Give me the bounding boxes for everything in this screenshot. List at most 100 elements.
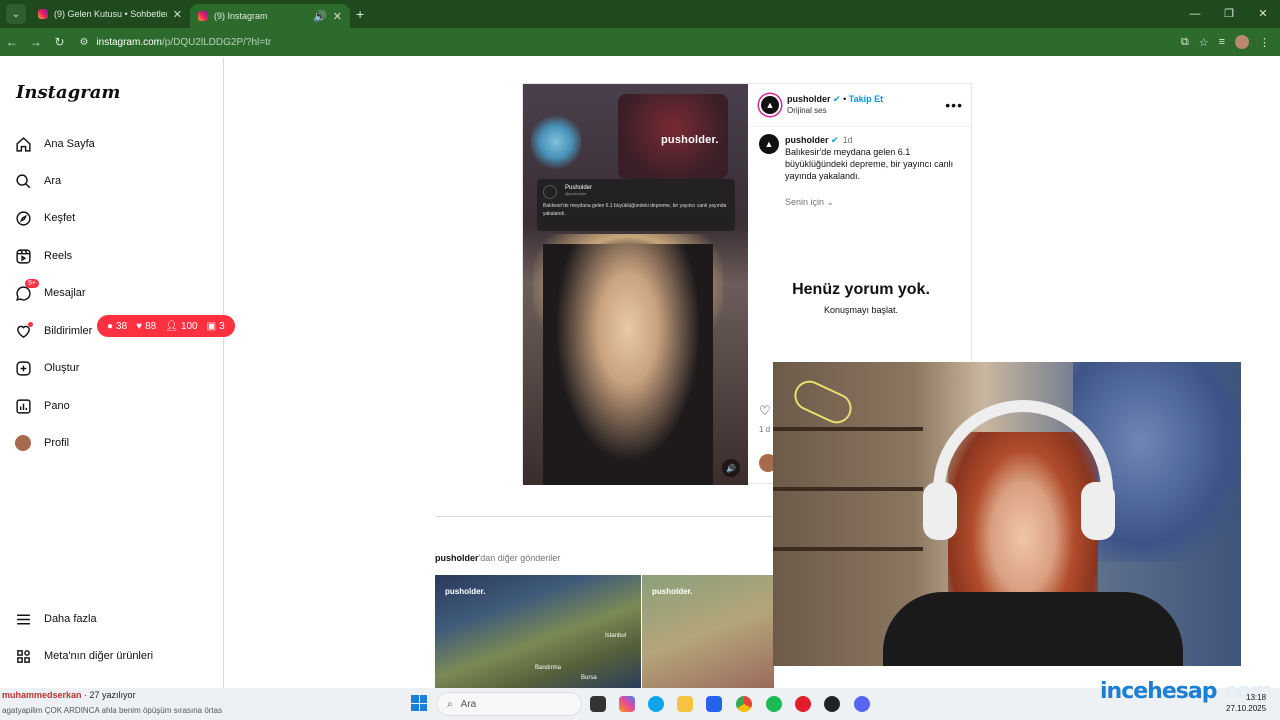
comments-value: 38 [116,320,128,332]
bookmark-star-icon[interactable]: ☆ [1199,36,1209,49]
no-comments-title: Henüz yorum yok. [792,281,930,298]
chrome-icon[interactable] [736,696,752,712]
map-city-label: İstanbul [605,633,627,639]
windows-start-icon[interactable] [411,695,427,711]
nav-label: Keşfet [44,212,76,224]
map-city-label: Bandırma [535,665,562,671]
url-text: instagram.com/p/DQU2lLDDG2P/?hl=tr [96,37,271,48]
instagram-logo[interactable]: Instagram [16,82,120,103]
taskbar-search[interactable]: ⌕ Ara [436,692,582,716]
author-username[interactable]: pusholder [787,94,831,104]
start-conversation: Konuşmayı başlat. [823,305,899,315]
discord-icon[interactable] [854,696,870,712]
obs-icon[interactable] [824,696,840,712]
shelf [773,487,923,491]
nav-label: Pano [44,400,70,412]
tab-instagram[interactable]: (9) Instagram 🔊 ✕ [190,4,350,28]
author-avatar[interactable]: ▲ [759,94,781,116]
file-explorer-icon[interactable] [677,696,693,712]
post-thumbnail[interactable]: pusholder. [642,575,774,688]
speaker-icon[interactable]: 🔊 [313,10,327,23]
headset-earcup [1081,482,1115,540]
spotify-icon[interactable] [766,696,782,712]
caption-avatar[interactable]: ▲ [759,134,779,154]
heart-icon: ♥ [136,320,143,332]
card-text: Balıkesir'de meydana gelen 6.1 büyüklüğü… [543,203,727,217]
more-posts-user[interactable]: pusholder [435,553,479,563]
senin-icin-label: Senin için [785,197,825,207]
like-icon[interactable]: ♡ [759,403,771,419]
nav-create[interactable]: Oluştur [14,359,79,377]
video-person [543,244,713,485]
tab-gmail[interactable]: (9) Gelen Kutusu • Sohbetler ✕ [30,0,190,28]
nav-meta-products[interactable]: Meta'nın diğer ürünleri [14,647,153,665]
follow-button[interactable]: Takip Et [849,94,883,104]
nav-notifications[interactable]: Bildirimler [14,322,92,340]
site-info-icon[interactable]: ⚙ [79,37,88,48]
chat-suffix: · 27 yazılıyor [81,690,136,700]
close-window-button[interactable]: ✕ [1246,0,1280,28]
back-icon[interactable]: ← [0,35,24,49]
chevron-down-icon: ⌄ [826,197,835,207]
close-icon[interactable]: ✕ [173,8,182,21]
nav-home[interactable]: Ana Sayfa [14,135,95,153]
more-posts-suffix: 'dan diğer gönderiler [478,553,561,563]
more-posts-heading: pusholder'dan diğer gönderiler [435,553,560,563]
system-clock[interactable]: 13:18 27.10.2025 [1226,692,1266,714]
browser-menu-icon[interactable]: ⋮ [1259,36,1270,49]
avatar [14,434,32,452]
forward-icon[interactable]: → [24,35,48,49]
post-thumbnail[interactable]: pusholder. İstanbul Bursa Bandırma [435,575,641,688]
windows-taskbar [0,688,1280,720]
neon-carrot-sign [789,375,857,429]
new-tab-button[interactable]: + [356,6,364,22]
nav-explore[interactable]: Keşfet [14,209,75,227]
post-video[interactable]: pusholder. Pusholder @pusholder Balıkesi… [523,84,748,485]
search-icon: ⌕ [447,698,453,710]
copilot-icon[interactable] [619,696,635,712]
plus-icon [14,359,32,377]
nav-more[interactable]: Daha fazla [14,610,97,628]
more-options-icon[interactable]: ••• [945,97,963,113]
post-header: ▲ pusholder ✔ • Takip Et Orijinal ses ••… [749,84,973,127]
mute-toggle-icon[interactable]: 🔊 [722,459,740,477]
reload-icon[interactable]: ↻ [48,35,72,49]
nav-reels[interactable]: Reels [14,247,72,265]
stream-chat-line: muhammedserkan · 27 yazılıyor [2,690,136,700]
store-icon[interactable] [706,696,722,712]
notifications-summary-pill[interactable]: ● 38 ♥ 88 👤︎ 100 ▣ 3 [97,315,235,337]
restore-button[interactable]: ❐ [1212,0,1246,28]
instagram-favicon-icon [198,11,208,21]
requests-count: ▣ 3 [207,321,225,332]
nav-messages[interactable]: 9+ Mesajlar [14,279,86,302]
minimize-button[interactable]: — [1178,0,1212,28]
compass-icon [14,209,32,227]
nav-dashboard[interactable]: Pano [14,397,70,415]
nav-profile[interactable]: Profil [14,434,69,452]
notification-dot [28,322,33,327]
post-date: 1 d [759,425,771,434]
nav-label: Ara [44,175,62,187]
clock-date: 27.10.2025 [1226,704,1267,713]
thumb-watermark: pusholder. [445,587,486,596]
nav-search[interactable]: Ara [14,172,61,190]
verified-badge-icon: ✔ [831,135,839,145]
senin-icin-dropdown[interactable]: Senin için ⌄ [785,197,834,208]
url-field[interactable]: ⚙ instagram.com/p/DQU2lLDDG2P/?hl=tr [79,31,1180,53]
audio-label[interactable]: Orijinal ses [787,105,883,116]
install-app-icon[interactable]: ⧉ [1181,36,1189,49]
profile-avatar[interactable] [1235,35,1249,49]
task-view-icon[interactable] [590,696,606,712]
tab-search-button[interactable]: ⌄ [6,4,26,24]
person-icon: 👤︎ [165,320,178,332]
caption-username[interactable]: pusholder [785,135,829,145]
edge-icon[interactable] [648,696,664,712]
brand-part-a: ince [1100,679,1148,704]
card-handle: @pusholder [565,191,587,196]
opera-icon[interactable] [795,696,811,712]
reading-list-icon[interactable]: ≡ [1219,36,1225,48]
no-comments: Henüz yorum yok. Konuşmayı başlat. [749,281,973,315]
close-icon[interactable]: ✕ [333,10,342,23]
card-avatar [543,185,557,199]
light-decoration [531,112,581,172]
